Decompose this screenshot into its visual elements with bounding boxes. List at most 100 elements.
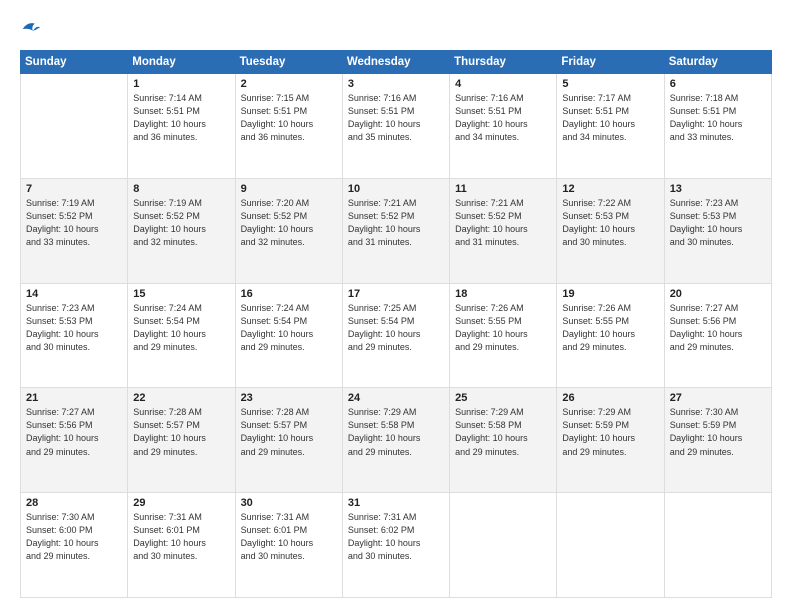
calendar-cell [557,493,664,598]
weekday-header-row: SundayMondayTuesdayWednesdayThursdayFrid… [21,51,772,74]
day-info: Sunrise: 7:24 AM Sunset: 5:54 PM Dayligh… [241,302,337,354]
day-number: 19 [562,288,658,300]
day-number: 26 [562,392,658,404]
calendar-week-row: 7 Sunrise: 7:19 AM Sunset: 5:52 PM Daylig… [21,178,772,283]
day-number: 16 [241,288,337,300]
calendar-cell: 31 Sunrise: 7:31 AM Sunset: 6:02 PM Dayli… [342,493,449,598]
day-info: Sunrise: 7:30 AM Sunset: 6:00 PM Dayligh… [26,511,122,563]
calendar-cell [21,74,128,179]
calendar-cell: 23 Sunrise: 7:28 AM Sunset: 5:57 PM Dayli… [235,388,342,493]
calendar-cell: 26 Sunrise: 7:29 AM Sunset: 5:59 PM Dayli… [557,388,664,493]
weekday-header-saturday: Saturday [664,51,771,74]
day-number: 24 [348,392,444,404]
day-number: 18 [455,288,551,300]
calendar-cell: 16 Sunrise: 7:24 AM Sunset: 5:54 PM Dayli… [235,283,342,388]
calendar-cell: 17 Sunrise: 7:25 AM Sunset: 5:54 PM Dayli… [342,283,449,388]
calendar-cell: 10Sunrise: 7:21 AM Sunset: 5:52 PM Dayli… [342,178,449,283]
day-number: 30 [241,497,337,509]
day-number: 2 [241,78,337,90]
day-info: Sunrise: 7:29 AM Sunset: 5:59 PM Dayligh… [562,406,658,458]
weekday-header-wednesday: Wednesday [342,51,449,74]
weekday-header-sunday: Sunday [21,51,128,74]
day-info: Sunrise: 7:17 AM Sunset: 5:51 PM Dayligh… [562,92,658,144]
day-number: 29 [133,497,229,509]
calendar-cell [450,493,557,598]
weekday-header-friday: Friday [557,51,664,74]
day-number: 21 [26,392,122,404]
calendar-cell [664,493,771,598]
day-info: Sunrise: 7:23 AM Sunset: 5:53 PM Dayligh… [26,302,122,354]
calendar-cell: 25 Sunrise: 7:29 AM Sunset: 5:58 PM Dayli… [450,388,557,493]
calendar-cell: 13 Sunrise: 7:23 AM Sunset: 5:53 PM Dayli… [664,178,771,283]
calendar-week-row: 14Sunrise: 7:23 AM Sunset: 5:53 PM Dayli… [21,283,772,388]
day-number: 12 [562,183,658,195]
day-number: 9 [241,183,337,195]
logo-bird-icon [20,18,42,40]
day-info: Sunrise: 7:21 AM Sunset: 5:52 PM Dayligh… [455,197,551,249]
calendar-cell: 30 Sunrise: 7:31 AM Sunset: 6:01 PM Dayli… [235,493,342,598]
day-info: Sunrise: 7:31 AM Sunset: 6:01 PM Dayligh… [241,511,337,563]
day-info: Sunrise: 7:27 AM Sunset: 5:56 PM Dayligh… [670,302,766,354]
calendar-cell: 7Sunrise: 7:19 AM Sunset: 5:52 PM Daylig… [21,178,128,283]
day-info: Sunrise: 7:31 AM Sunset: 6:01 PM Dayligh… [133,511,229,563]
day-info: Sunrise: 7:25 AM Sunset: 5:54 PM Dayligh… [348,302,444,354]
day-info: Sunrise: 7:22 AM Sunset: 5:53 PM Dayligh… [562,197,658,249]
weekday-header-monday: Monday [128,51,235,74]
day-info: Sunrise: 7:19 AM Sunset: 5:52 PM Dayligh… [133,197,229,249]
day-info: Sunrise: 7:29 AM Sunset: 5:58 PM Dayligh… [455,406,551,458]
day-info: Sunrise: 7:30 AM Sunset: 5:59 PM Dayligh… [670,406,766,458]
day-number: 20 [670,288,766,300]
calendar-cell: 19Sunrise: 7:26 AM Sunset: 5:55 PM Dayli… [557,283,664,388]
calendar-cell: 5 Sunrise: 7:17 AM Sunset: 5:51 PM Daylig… [557,74,664,179]
day-number: 28 [26,497,122,509]
day-number: 23 [241,392,337,404]
logo [20,18,46,40]
day-info: Sunrise: 7:23 AM Sunset: 5:53 PM Dayligh… [670,197,766,249]
day-number: 7 [26,183,122,195]
calendar-cell: 15 Sunrise: 7:24 AM Sunset: 5:54 PM Dayli… [128,283,235,388]
day-info: Sunrise: 7:21 AM Sunset: 5:52 PM Dayligh… [348,197,444,249]
calendar-cell: 21 Sunrise: 7:27 AM Sunset: 5:56 PM Dayli… [21,388,128,493]
day-info: Sunrise: 7:28 AM Sunset: 5:57 PM Dayligh… [241,406,337,458]
calendar-week-row: 21 Sunrise: 7:27 AM Sunset: 5:56 PM Dayli… [21,388,772,493]
day-info: Sunrise: 7:29 AM Sunset: 5:58 PM Dayligh… [348,406,444,458]
calendar-cell: 8 Sunrise: 7:19 AM Sunset: 5:52 PM Daylig… [128,178,235,283]
day-info: Sunrise: 7:20 AM Sunset: 5:52 PM Dayligh… [241,197,337,249]
calendar-cell: 11Sunrise: 7:21 AM Sunset: 5:52 PM Dayli… [450,178,557,283]
day-info: Sunrise: 7:18 AM Sunset: 5:51 PM Dayligh… [670,92,766,144]
calendar-cell: 3Sunrise: 7:16 AM Sunset: 5:51 PM Daylig… [342,74,449,179]
day-number: 4 [455,78,551,90]
day-number: 13 [670,183,766,195]
calendar-cell: 6 Sunrise: 7:18 AM Sunset: 5:51 PM Daylig… [664,74,771,179]
calendar-cell: 29 Sunrise: 7:31 AM Sunset: 6:01 PM Dayli… [128,493,235,598]
calendar-cell: 14Sunrise: 7:23 AM Sunset: 5:53 PM Dayli… [21,283,128,388]
day-info: Sunrise: 7:15 AM Sunset: 5:51 PM Dayligh… [241,92,337,144]
day-number: 27 [670,392,766,404]
day-info: Sunrise: 7:24 AM Sunset: 5:54 PM Dayligh… [133,302,229,354]
day-info: Sunrise: 7:16 AM Sunset: 5:51 PM Dayligh… [455,92,551,144]
day-number: 8 [133,183,229,195]
day-info: Sunrise: 7:28 AM Sunset: 5:57 PM Dayligh… [133,406,229,458]
day-info: Sunrise: 7:27 AM Sunset: 5:56 PM Dayligh… [26,406,122,458]
calendar-week-row: 1Sunrise: 7:14 AM Sunset: 5:51 PM Daylig… [21,74,772,179]
day-number: 25 [455,392,551,404]
calendar-cell: 18 Sunrise: 7:26 AM Sunset: 5:55 PM Dayli… [450,283,557,388]
calendar-cell: 1Sunrise: 7:14 AM Sunset: 5:51 PM Daylig… [128,74,235,179]
calendar-cell: 22Sunrise: 7:28 AM Sunset: 5:57 PM Dayli… [128,388,235,493]
calendar-cell: 4 Sunrise: 7:16 AM Sunset: 5:51 PM Daylig… [450,74,557,179]
day-number: 31 [348,497,444,509]
calendar-cell: 27 Sunrise: 7:30 AM Sunset: 5:59 PM Dayli… [664,388,771,493]
day-number: 17 [348,288,444,300]
day-info: Sunrise: 7:26 AM Sunset: 5:55 PM Dayligh… [455,302,551,354]
calendar-cell: 20 Sunrise: 7:27 AM Sunset: 5:56 PM Dayli… [664,283,771,388]
day-info: Sunrise: 7:31 AM Sunset: 6:02 PM Dayligh… [348,511,444,563]
calendar-table: SundayMondayTuesdayWednesdayThursdayFrid… [20,50,772,598]
day-info: Sunrise: 7:16 AM Sunset: 5:51 PM Dayligh… [348,92,444,144]
day-info: Sunrise: 7:14 AM Sunset: 5:51 PM Dayligh… [133,92,229,144]
page: SundayMondayTuesdayWednesdayThursdayFrid… [0,0,792,612]
day-number: 5 [562,78,658,90]
day-number: 15 [133,288,229,300]
weekday-header-tuesday: Tuesday [235,51,342,74]
day-number: 6 [670,78,766,90]
calendar-cell: 24 Sunrise: 7:29 AM Sunset: 5:58 PM Dayli… [342,388,449,493]
